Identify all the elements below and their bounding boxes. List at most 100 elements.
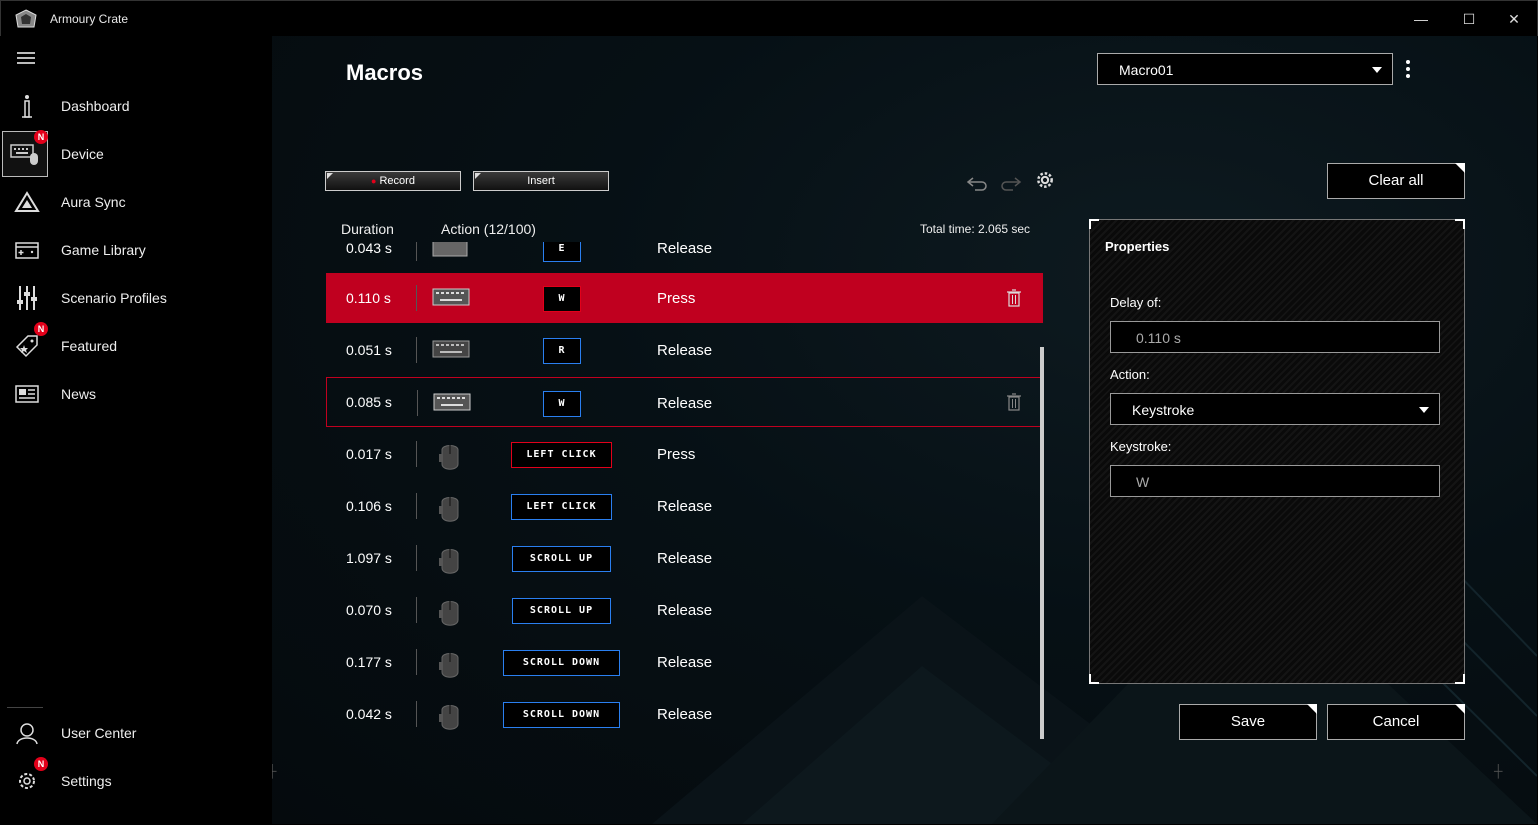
row-duration: 0.085 s — [346, 394, 392, 410]
key-badge: LEFT CLICK — [511, 494, 612, 520]
duration-column-header: Duration — [341, 221, 394, 237]
sidebar-item-news[interactable]: News — [1, 370, 271, 418]
minimize-button[interactable]: — — [1406, 7, 1436, 31]
key-badge: SCROLL UP — [512, 598, 611, 624]
notification-badge: N — [34, 322, 48, 336]
table-row[interactable]: 1.097 s SCROLL UP Release — [326, 533, 1043, 583]
row-action: Release — [657, 602, 713, 619]
row-duration: 0.177 s — [346, 654, 392, 670]
row-separator — [416, 545, 417, 571]
rog-logo-icon — [15, 9, 37, 28]
chevron-down-icon — [1419, 407, 1429, 413]
keystroke-input[interactable]: W — [1110, 465, 1440, 497]
notification-badge: N — [34, 757, 48, 771]
sidebar-item-scenario-profiles[interactable]: Scenario Profiles — [1, 274, 271, 322]
row-action: Release — [657, 342, 713, 359]
row-separator — [416, 597, 417, 623]
settings-gear-icon[interactable] — [1033, 170, 1057, 190]
crosshair-mark: ┼ — [272, 764, 277, 778]
row-duration: 0.017 s — [346, 446, 392, 462]
row-separator — [416, 441, 417, 467]
mouse-icon — [439, 705, 459, 730]
action-dropdown[interactable]: Keystroke — [1110, 393, 1440, 425]
delay-label: Delay of: — [1110, 295, 1162, 310]
notification-badge: N — [34, 130, 48, 144]
trash-icon[interactable] — [1006, 289, 1022, 307]
insert-label: Insert — [527, 175, 555, 187]
row-action: Release — [657, 395, 713, 412]
insert-button[interactable]: Insert — [473, 171, 609, 191]
table-row[interactable]: 0.017 s LEFT CLICK Press — [326, 429, 1043, 479]
panel-corner — [1089, 219, 1099, 229]
table-row[interactable]: 0.051 s R Release — [326, 325, 1043, 375]
redo-icon[interactable] — [999, 172, 1023, 192]
sidebar-item-settings[interactable]: N Settings — [1, 757, 271, 805]
maximize-button[interactable]: ☐ — [1454, 7, 1484, 31]
table-row-hovered[interactable]: 0.085 s W Release — [326, 377, 1043, 427]
record-button[interactable]: ● Record — [325, 171, 461, 191]
properties-panel: Properties Delay of: 0.110 s Action: Key… — [1089, 219, 1465, 684]
delay-input[interactable]: 0.110 s — [1110, 321, 1440, 353]
action-column-header: Action (12/100) — [441, 221, 536, 237]
dashboard-icon — [9, 88, 45, 124]
keyboard-icon — [432, 340, 470, 358]
sidebar-item-label: Featured — [61, 338, 118, 354]
mouse-icon — [439, 653, 459, 678]
row-action: Press — [657, 446, 696, 463]
clear-all-button[interactable]: Clear all — [1327, 163, 1465, 199]
table-row-selected[interactable]: 0.110 s W Press — [326, 273, 1043, 323]
sidebar-item-device[interactable]: N Device — [1, 130, 271, 178]
sidebar-item-dashboard[interactable]: Dashboard — [1, 82, 271, 130]
sidebar-item-featured[interactable]: N Featured — [1, 322, 271, 370]
sidebar-item-label: Dashboard — [61, 98, 130, 114]
sidebar-item-label: Game Library — [61, 242, 146, 258]
user-icon — [9, 715, 45, 751]
menu-icon[interactable] — [17, 52, 35, 64]
keystroke-value: W — [1136, 474, 1150, 490]
key-badge: R — [543, 338, 581, 364]
table-row[interactable]: 0.043 s E Release — [326, 242, 1043, 273]
key-badge: SCROLL DOWN — [503, 702, 620, 728]
row-separator — [417, 390, 418, 416]
properties-title: Properties — [1105, 239, 1170, 254]
row-action: Release — [657, 654, 713, 671]
table-row[interactable]: 0.106 s LEFT CLICK Release — [326, 481, 1043, 531]
row-duration: 1.097 s — [346, 550, 392, 566]
sidebar-divider — [7, 707, 43, 708]
record-dot-icon: ● — [371, 176, 377, 186]
table-row[interactable]: 0.070 s SCROLL UP Release — [326, 585, 1043, 635]
row-duration: 0.070 s — [346, 602, 392, 618]
row-duration: 0.042 s — [346, 706, 392, 722]
more-options-icon[interactable] — [1406, 60, 1412, 80]
macro-profile-dropdown[interactable]: Macro01 — [1097, 53, 1393, 85]
mouse-icon — [439, 445, 459, 470]
row-separator — [416, 285, 417, 311]
action-label: Action: — [1110, 367, 1150, 382]
undo-icon[interactable] — [965, 172, 989, 192]
row-action: Release — [657, 550, 713, 567]
main-content: Macros Macro01 ● Record Insert Clear all … — [272, 36, 1537, 824]
cancel-button[interactable]: Cancel — [1327, 704, 1465, 740]
table-row[interactable]: 0.042 s SCROLL DOWN Release — [326, 689, 1043, 739]
list-scrollbar[interactable] — [1040, 347, 1044, 739]
row-action: Release — [657, 706, 713, 723]
sidebar-item-game-library[interactable]: Game Library — [1, 226, 271, 274]
row-duration: 0.043 s — [346, 242, 392, 256]
table-row[interactable]: 0.177 s SCROLL DOWN Release — [326, 637, 1043, 687]
keyboard-icon — [433, 393, 471, 411]
row-duration: 0.106 s — [346, 498, 392, 514]
sidebar-item-aura-sync[interactable]: Aura Sync — [1, 178, 271, 226]
row-duration: 0.051 s — [346, 342, 392, 358]
delay-value: 0.110 s — [1136, 330, 1181, 346]
aura-triangle-icon — [9, 184, 45, 220]
close-button[interactable]: ✕ — [1499, 7, 1529, 31]
key-badge: W — [543, 391, 581, 417]
save-button[interactable]: Save — [1179, 704, 1317, 740]
sidebar-item-user-center[interactable]: User Center — [1, 709, 271, 757]
sidebar-item-label: Settings — [61, 773, 112, 789]
panel-corner — [1455, 674, 1465, 684]
keyboard-icon — [432, 288, 470, 306]
key-badge: LEFT CLICK — [511, 442, 612, 468]
trash-icon[interactable] — [1006, 393, 1022, 411]
mouse-icon — [439, 497, 459, 522]
